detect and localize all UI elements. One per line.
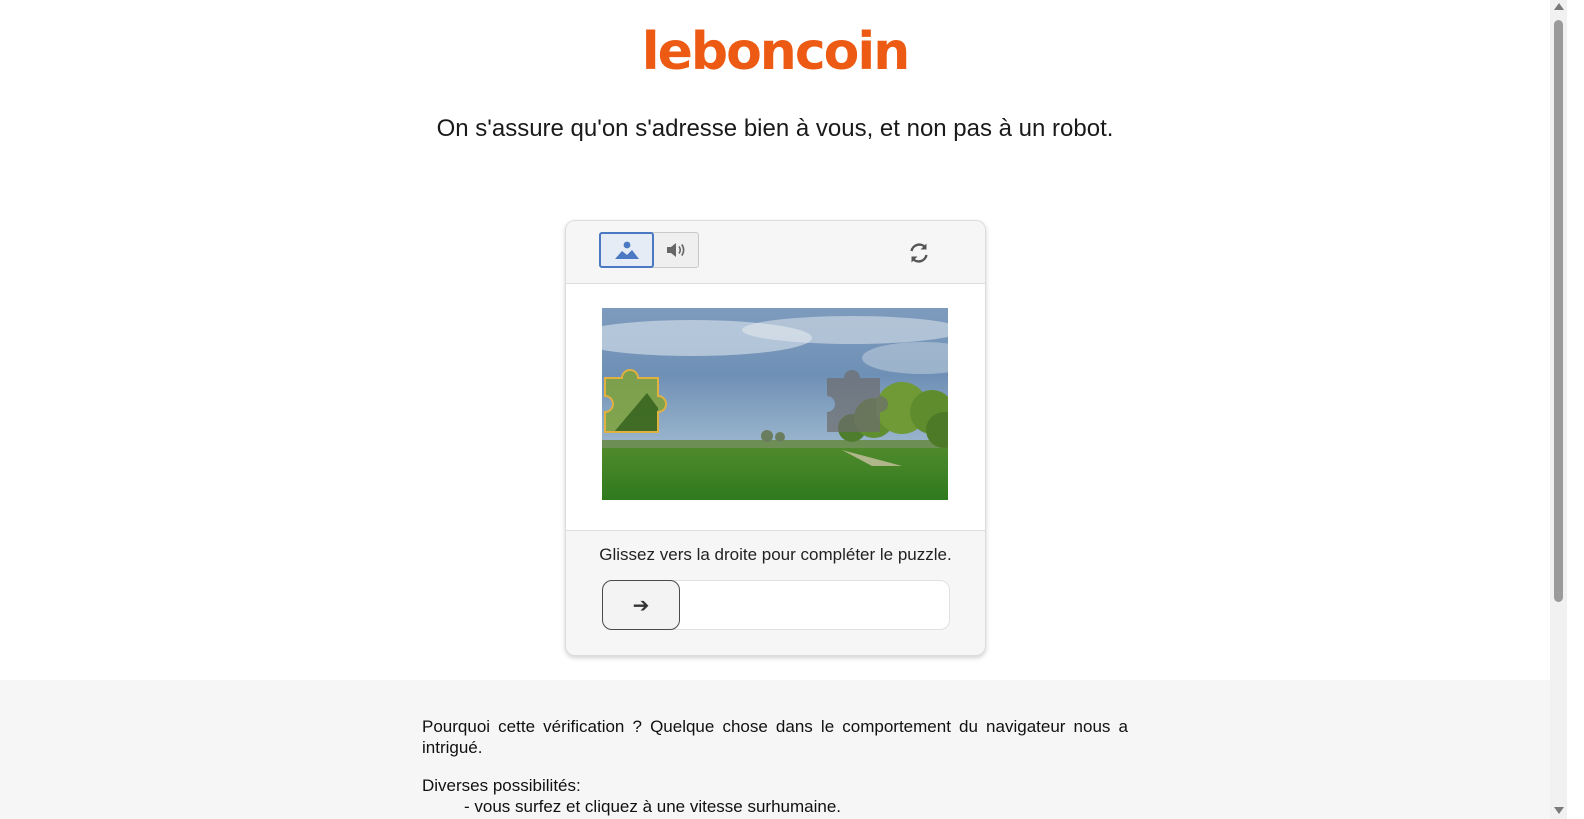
captcha-card: Glissez vers la droite pour compléter le… (565, 220, 986, 656)
possibilities-list: - vous surfez et cliquez à une vitesse s… (422, 796, 1128, 817)
slider-instruction: Glissez vers la droite pour compléter le… (599, 545, 952, 564)
image-mode-button[interactable] (599, 232, 654, 268)
possibilities-title: Diverses possibilités: (422, 776, 581, 795)
puzzle-area (566, 284, 985, 531)
image-icon (614, 241, 639, 259)
puzzle-image (602, 308, 948, 500)
refresh-icon (910, 243, 928, 263)
vertical-scrollbar[interactable] (1550, 0, 1567, 819)
arrow-right-icon: ➔ (632, 594, 650, 617)
captcha-mode-switch (599, 232, 699, 268)
page: leboncoin On s'assure qu'on s'adresse bi… (0, 0, 1550, 819)
scroll-down-icon[interactable] (1554, 807, 1564, 814)
speaker-icon (667, 243, 685, 257)
scroll-thumb[interactable] (1554, 20, 1563, 602)
page-headline: On s'assure qu'on s'adresse bien à vous,… (436, 115, 1114, 142)
info-section: Pourquoi cette vérification ? Quelque ch… (0, 680, 1550, 819)
slider-area: Glissez vers la droite pour compléter le… (566, 531, 985, 655)
list-item: - vous surfez et cliquez à une vitesse s… (464, 797, 842, 816)
captcha-toolbar (566, 221, 985, 284)
refresh-button[interactable] (904, 238, 934, 268)
audio-mode-button[interactable] (654, 233, 698, 267)
info-text: Pourquoi cette vérification ? Quelque ch… (422, 716, 1128, 817)
leboncoin-logo: leboncoin (641, 22, 910, 82)
scroll-up-icon[interactable] (1554, 3, 1564, 10)
slider-handle[interactable]: ➔ (602, 580, 680, 630)
why-paragraph: Pourquoi cette vérification ? Quelque ch… (422, 717, 1128, 757)
